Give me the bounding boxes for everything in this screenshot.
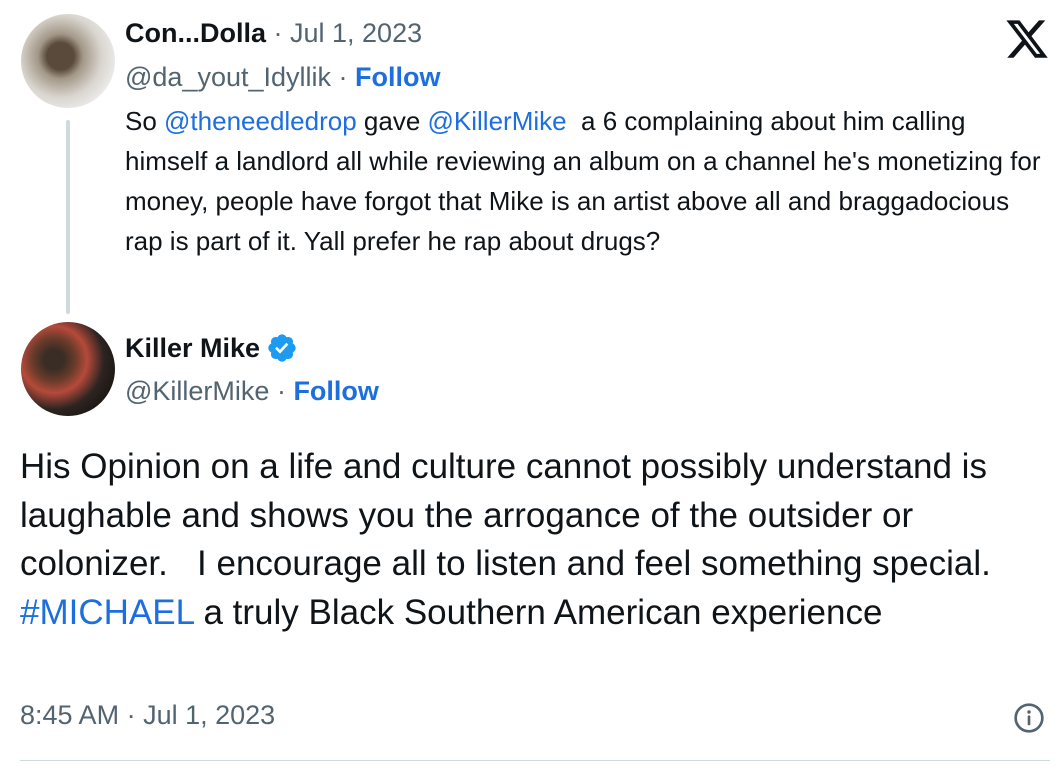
mention-link[interactable]: @theneedledrop — [164, 106, 357, 136]
thread-connector-line — [66, 120, 70, 314]
quoted-tweet-handle-row: @da_yout_Idyllik · Follow — [125, 62, 441, 93]
verified-badge-icon — [268, 334, 296, 362]
x-logo-icon[interactable] — [1004, 16, 1050, 62]
tweet-date[interactable]: Jul 1, 2023 — [290, 18, 422, 48]
avatar-killer-mike[interactable] — [21, 322, 115, 416]
reply-tweet-handle-row: @KillerMike · Follow — [125, 376, 379, 407]
tweet-text-segment: gave — [356, 106, 428, 136]
tweet-text-segment: His Opinion on a life and culture cannot… — [20, 447, 1011, 583]
tweet-text-segment: So — [125, 106, 165, 136]
display-name[interactable]: Killer Mike — [125, 333, 260, 364]
handle[interactable]: @da_yout_Idyllik — [125, 62, 331, 92]
follow-button[interactable]: Follow — [355, 62, 440, 92]
quoted-tweet-header: Con...Dolla · Jul 1, 2023 — [125, 18, 422, 49]
bottom-divider — [20, 760, 1050, 761]
display-name[interactable]: Con...Dolla — [125, 18, 266, 48]
follow-button[interactable]: Follow — [293, 376, 378, 406]
tweet-text-segment: a truly Black Southern American experien… — [193, 592, 883, 632]
separator: · — [119, 700, 144, 730]
separator: · — [266, 18, 290, 48]
avatar-con-dolla[interactable] — [21, 14, 115, 108]
reply-tweet-text: His Opinion on a life and culture cannot… — [20, 443, 1050, 637]
tweet-timestamp[interactable]: 8:45 AM · Jul 1, 2023 — [20, 700, 275, 731]
quoted-tweet-text: So @theneedledrop gave @KillerMike a 6 c… — [125, 101, 1050, 261]
info-icon[interactable] — [1013, 702, 1045, 734]
separator: · — [331, 62, 356, 92]
hashtag-link[interactable]: #MICHAEL — [20, 593, 194, 632]
handle[interactable]: @KillerMike — [125, 376, 269, 406]
reply-tweet-header: Killer Mike — [125, 332, 298, 364]
tweet-date: Jul 1, 2023 — [143, 700, 276, 730]
mention-link[interactable]: @KillerMike — [428, 106, 567, 136]
separator: · — [269, 376, 294, 406]
tweet-time: 8:45 AM — [20, 700, 120, 730]
